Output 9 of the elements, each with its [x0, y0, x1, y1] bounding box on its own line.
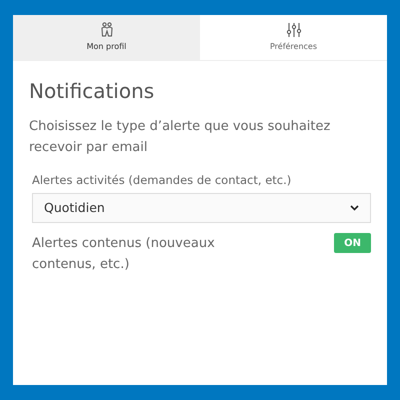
- tab[interactable]: Mon profil: [13, 15, 200, 60]
- description: Choisissez le type d’alerte que vous souhaitez recevoir par email: [29, 118, 332, 157]
- field-label: Alertes activités (demandes de contact, etc.): [32, 172, 292, 189]
- people-icon: [100, 22, 114, 38]
- chevron-down-icon: [350, 205, 359, 212]
- frequency-select[interactable]: Quotidien: [32, 193, 371, 224]
- sliders-icon: [286, 22, 302, 38]
- section-title: Notifications: [29, 79, 156, 104]
- toggle-label: Alertes contenus (nouveaux contenus, etc.): [32, 235, 216, 274]
